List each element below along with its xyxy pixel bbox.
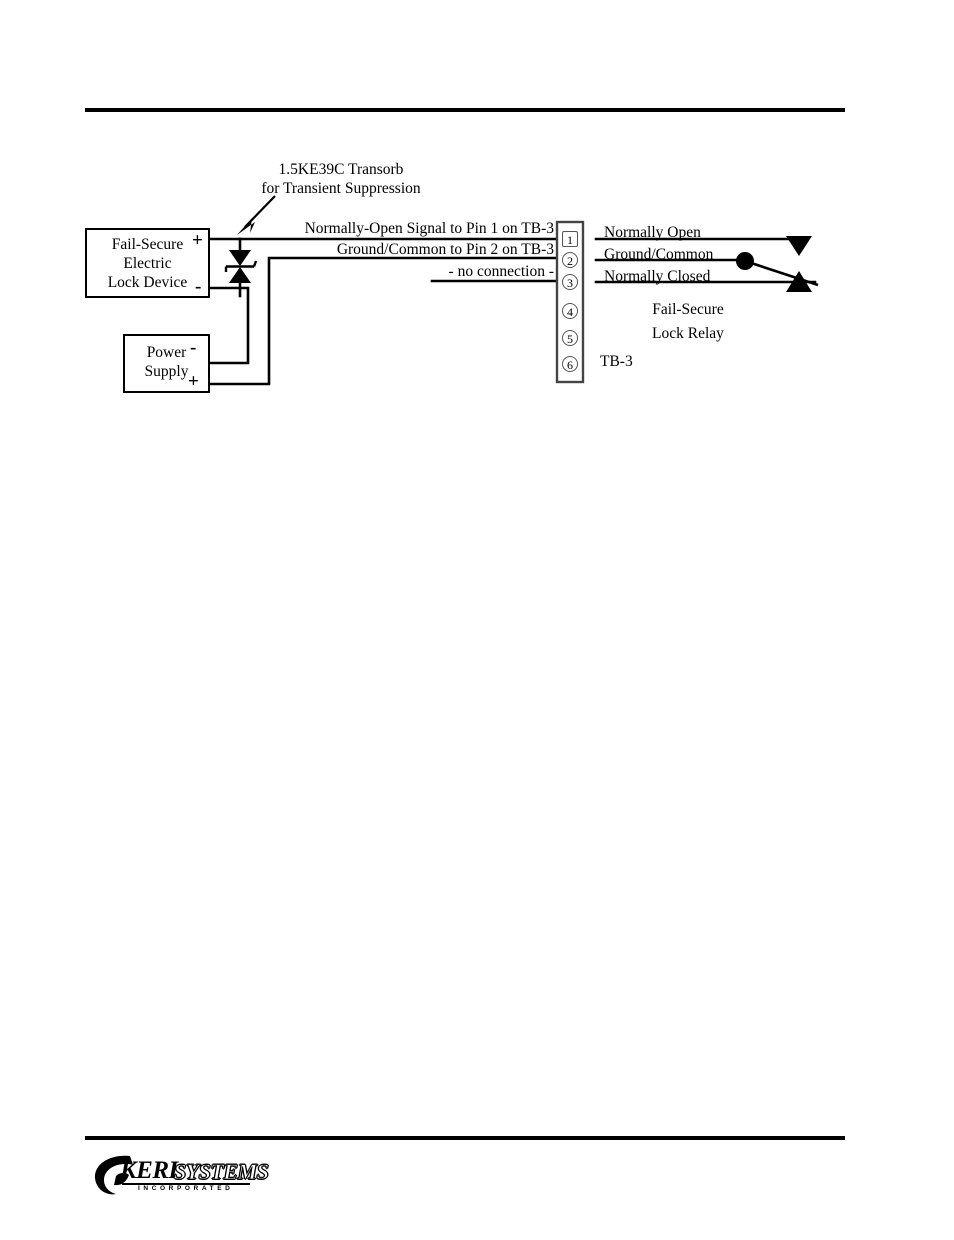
lock-device-plus-terminal: +	[192, 230, 203, 251]
terminal-pin-6[interactable]: 6	[562, 356, 578, 372]
relay-caption-line2: Lock Relay	[652, 325, 724, 342]
logo-word-incorporated: INCORPORATED	[138, 1185, 234, 1192]
transorb-annotation-line2: for Transient Suppression	[261, 180, 421, 197]
transorb-symbol	[224, 250, 258, 283]
terminal-pin-2[interactable]: 2	[562, 252, 578, 268]
relay-label-normally-closed: Normally Closed	[604, 268, 711, 285]
terminal-pin-1[interactable]: 1	[562, 231, 578, 247]
power-supply-box: Power Supply	[123, 334, 210, 393]
transorb-annotation-line1: 1.5KE39C Transorb	[278, 161, 404, 178]
wire-label-pin3: - no connection -	[448, 263, 554, 280]
relay-caption-line1: Fail-Secure	[652, 301, 724, 318]
relay-contact-nc-arrow	[786, 271, 812, 292]
keri-systems-logo: KERI SYSTEMS INCORPORATED	[92, 1152, 269, 1204]
terminal-pin-4[interactable]: 4	[562, 303, 578, 319]
diagram-vector-layer	[208, 195, 819, 386]
wire-label-pin1: Normally-Open Signal to Pin 1 on TB-3	[304, 220, 554, 237]
footer-rule	[85, 1136, 845, 1140]
lock-device-line3: Lock Device	[107, 274, 188, 291]
document-page: 1.5KE39C Transorb for Transient Suppress…	[0, 0, 954, 1235]
lock-device-line2: Electric	[123, 255, 172, 272]
transorb-callout-arrow	[237, 195, 276, 235]
wire-lock-minus-to-ps-minus	[208, 286, 250, 365]
power-supply-line1: Power	[146, 344, 187, 361]
power-supply-minus-terminal: -	[190, 337, 197, 358]
relay-wire-group	[594, 237, 817, 284]
terminal-block-name: TB-3	[600, 353, 633, 370]
terminal-pin-3[interactable]: 3	[562, 274, 578, 290]
header-rule	[85, 108, 845, 112]
power-supply-plus-terminal: +	[188, 371, 199, 392]
terminal-pin-5[interactable]: 5	[562, 330, 578, 346]
relay-contact-no-arrow	[786, 236, 812, 256]
terminal-block-outline	[555, 220, 585, 384]
wiring-diagram: 1.5KE39C Transorb for Transient Suppress…	[0, 0, 954, 1235]
lock-device-line1: Fail-Secure	[111, 236, 184, 253]
wire-ps-plus-to-pin2	[208, 256, 559, 386]
wire-group	[208, 237, 559, 386]
power-supply-line2: Supply	[144, 363, 189, 380]
relay-contact-assembly	[736, 236, 819, 292]
lock-device-minus-terminal: -	[195, 276, 202, 297]
logo-word-keri: KERI	[120, 1157, 178, 1184]
relay-label-ground-common: Ground/Common	[604, 246, 714, 263]
lock-device-box: Fail-Secure Electric Lock Device	[85, 228, 210, 298]
relay-pivot-dot	[736, 252, 754, 270]
wire-label-pin2: Ground/Common to Pin 2 on TB-3	[336, 241, 554, 258]
relay-moving-arm	[744, 259, 819, 287]
logo-word-systems: SYSTEMS	[174, 1159, 270, 1184]
relay-label-normally-open: Normally Open	[604, 224, 701, 241]
